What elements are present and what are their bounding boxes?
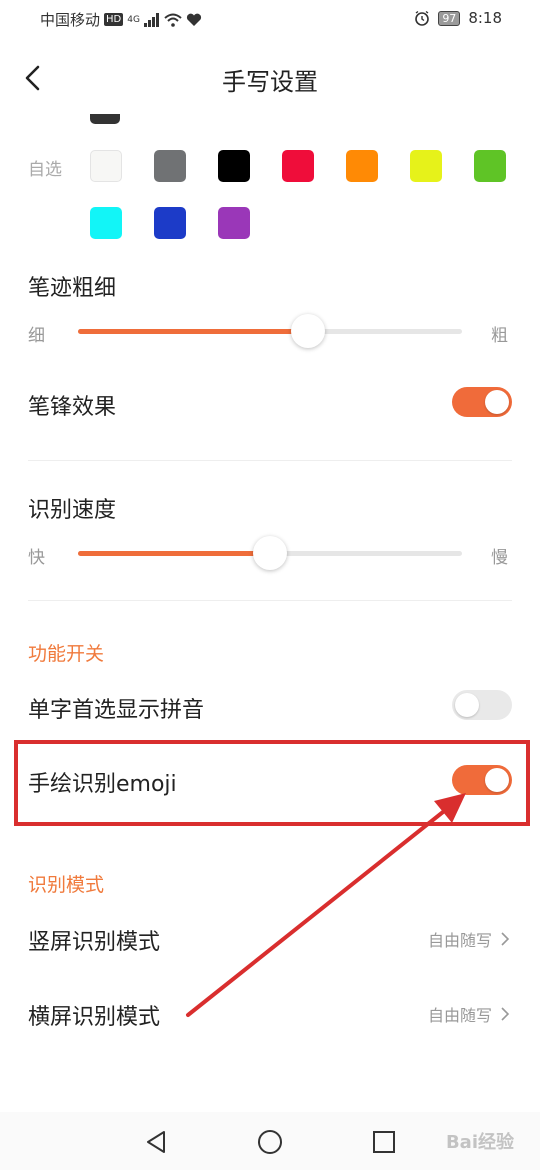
annotation-arrow: [186, 793, 466, 1017]
nav-home-button[interactable]: [254, 1126, 286, 1158]
nav-recents-button[interactable]: [368, 1126, 400, 1158]
square-recents-icon: [373, 1131, 395, 1153]
baidu-jingyan-watermark: Bai经验: [445, 1132, 514, 1153]
nav-back-button[interactable]: [140, 1126, 172, 1158]
circle-home-icon: [258, 1130, 282, 1154]
triangle-back-icon: [147, 1131, 165, 1153]
